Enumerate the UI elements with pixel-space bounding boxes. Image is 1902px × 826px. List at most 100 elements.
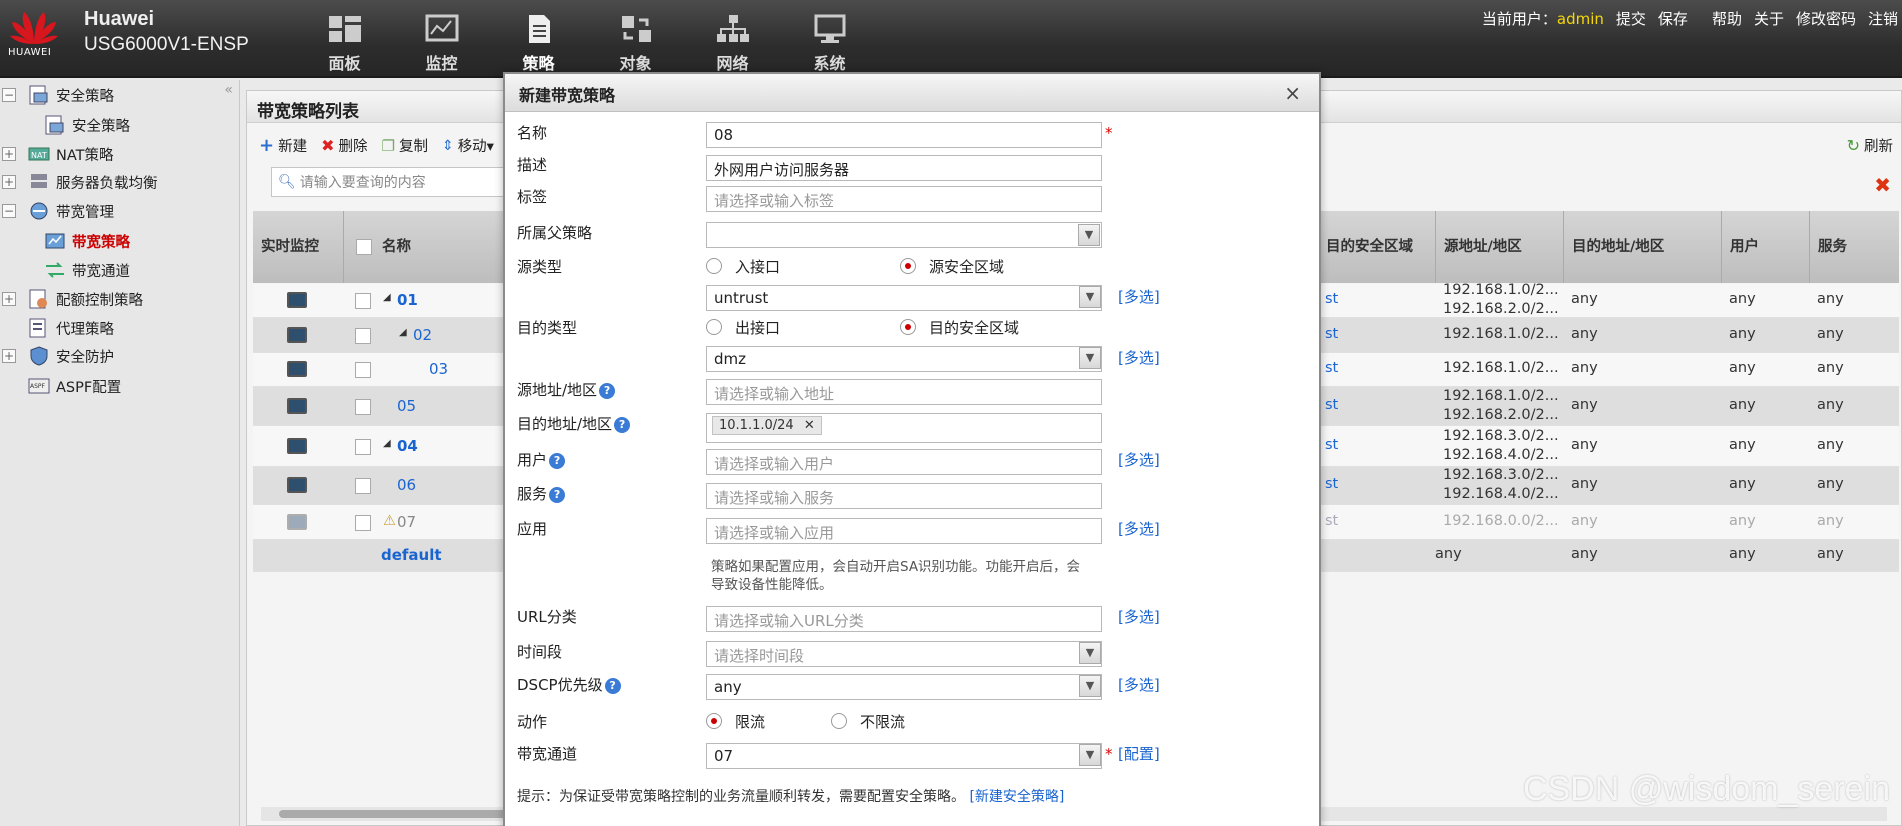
sidebar-item-security-policy-group[interactable]: − 安全策略 xyxy=(2,82,114,108)
app-input[interactable]: 请选择或输入应用 xyxy=(706,518,1102,544)
col-src-addr[interactable]: 源地址/地区 xyxy=(1435,211,1563,283)
src-addr-input[interactable]: 请选择或输入地址 xyxy=(706,379,1102,405)
src-zone-select[interactable]: untrust xyxy=(706,285,1102,311)
policy-name-link[interactable]: default xyxy=(381,546,442,564)
sidebar-item-security-policy[interactable]: 安全策略 xyxy=(44,112,130,138)
expand-icon[interactable]: + xyxy=(2,175,16,189)
dst-zone-link[interactable]: st xyxy=(1325,437,1338,453)
collapse-icon[interactable]: − xyxy=(2,204,16,218)
row-checkbox[interactable] xyxy=(355,327,371,344)
sidebar-item-aspf[interactable]: ASPF ASPF配置 xyxy=(28,373,121,399)
monitor-icon[interactable] xyxy=(287,292,307,308)
help-icon[interactable]: ? xyxy=(599,382,616,399)
col-user[interactable]: 用户 xyxy=(1721,211,1809,283)
dst-zone-link[interactable]: st xyxy=(1325,397,1338,413)
sidebar-item-bandwidth-mgmt[interactable]: − 带宽管理 xyxy=(2,198,114,224)
row-checkbox[interactable] xyxy=(355,514,371,531)
policy-name-link[interactable]: 02 xyxy=(413,326,432,344)
col-service[interactable]: 服务 xyxy=(1809,211,1899,283)
expand-icon[interactable]: + xyxy=(2,349,16,363)
policy-name-link[interactable]: 03 xyxy=(429,360,448,378)
help-link[interactable]: 帮助 xyxy=(1712,8,1742,29)
dst-zone-link[interactable]: st xyxy=(1325,326,1338,342)
monitor-icon[interactable] xyxy=(287,513,307,530)
help-icon[interactable]: ? xyxy=(614,416,631,433)
dscp-multi-select[interactable]: [多选] xyxy=(1118,674,1160,695)
monitor-icon[interactable] xyxy=(287,437,307,454)
copy-button[interactable]: ❐ 复制 xyxy=(382,135,428,156)
row-checkbox[interactable] xyxy=(355,293,371,309)
monitor-icon[interactable] xyxy=(287,477,307,493)
clear-search-icon[interactable]: ✖ xyxy=(1874,173,1891,197)
dst-zone-select[interactable]: dmz xyxy=(706,346,1102,372)
delete-button[interactable]: ✖ 删除 xyxy=(321,135,367,156)
dst-zone-link[interactable]: st xyxy=(1325,291,1338,307)
action-limit-radio[interactable] xyxy=(706,713,722,729)
src-type-interface-radio[interactable] xyxy=(706,258,722,274)
parent-policy-select[interactable]: ▼ xyxy=(706,222,1102,248)
channel-select[interactable]: 07 xyxy=(706,743,1102,769)
nav-object[interactable]: 对象 xyxy=(587,10,684,73)
row-checkbox[interactable] xyxy=(355,478,371,494)
expand-tree-icon[interactable]: ◢ xyxy=(399,327,407,338)
save-link[interactable]: 保存 xyxy=(1658,8,1688,29)
policy-name-link[interactable]: 01 xyxy=(397,291,418,309)
row-checkbox[interactable] xyxy=(355,438,371,455)
nav-system[interactable]: 系统 xyxy=(781,10,878,73)
dropdown-arrow-icon[interactable]: ▼ xyxy=(1079,347,1101,369)
close-icon[interactable]: × xyxy=(1284,81,1301,105)
monitor-icon[interactable] xyxy=(287,397,307,414)
nav-policy[interactable]: 策略 xyxy=(490,10,587,73)
src-zone-multi-select[interactable]: [多选] xyxy=(1118,286,1160,307)
policy-name-link[interactable]: 04 xyxy=(397,437,418,455)
row-checkbox[interactable] xyxy=(355,362,371,378)
col-dst-addr[interactable]: 目的地址/地区 xyxy=(1563,211,1721,283)
new-security-policy-link[interactable]: [新建安全策略] xyxy=(969,789,1064,805)
dst-type-zone-radio[interactable] xyxy=(900,319,916,335)
sidebar-item-server-lb[interactable]: + 服务器负载均衡 xyxy=(2,169,158,195)
expand-tree-icon[interactable]: ◢ xyxy=(383,438,391,449)
dst-type-interface-radio[interactable] xyxy=(706,319,722,335)
help-icon[interactable]: ? xyxy=(549,486,566,503)
about-link[interactable]: 关于 xyxy=(1754,8,1784,29)
col-monitor[interactable]: 实时监控 xyxy=(253,211,343,283)
col-dst-zone[interactable]: 目的安全区域 xyxy=(1317,211,1435,283)
user-multi-select[interactable]: [多选] xyxy=(1118,449,1160,470)
dropdown-arrow-icon[interactable]: ▼ xyxy=(1079,675,1101,697)
expand-icon[interactable]: + xyxy=(2,147,16,161)
app-multi-select[interactable]: [多选] xyxy=(1118,518,1160,539)
nav-dashboard[interactable]: 面板 xyxy=(296,10,393,73)
sidebar-item-security-protection[interactable]: + 安全防护 xyxy=(2,343,114,369)
sidebar-item-proxy-policy[interactable]: 代理策略 xyxy=(28,315,114,341)
expand-icon[interactable]: + xyxy=(2,292,16,306)
remove-tag-icon[interactable]: ✕ xyxy=(804,418,815,433)
dst-zone-multi-select[interactable]: [多选] xyxy=(1118,347,1160,368)
dst-zone-link[interactable]: st xyxy=(1325,476,1338,492)
service-input[interactable]: 请选择或输入服务 xyxy=(706,483,1102,509)
sidebar-item-nat-policy[interactable]: + NAT NAT策略 xyxy=(2,141,114,167)
url-input[interactable]: 请选择或输入URL分类 xyxy=(706,606,1102,632)
channel-config-link[interactable]: [配置] xyxy=(1118,743,1160,764)
monitor-icon[interactable] xyxy=(287,361,307,377)
nav-network[interactable]: 网络 xyxy=(684,10,781,73)
dropdown-arrow-icon[interactable]: ▼ xyxy=(1079,642,1101,664)
src-type-zone-radio[interactable] xyxy=(900,258,916,274)
policy-name-link[interactable]: 07 xyxy=(397,513,416,531)
tag-input[interactable]: 请选择或输入标签 xyxy=(706,186,1102,212)
collapse-icon[interactable]: − xyxy=(2,88,16,102)
col-name[interactable]: 名称 xyxy=(343,211,473,283)
sidebar-item-bandwidth-channel[interactable]: 带宽通道 xyxy=(44,257,130,283)
change-password-link[interactable]: 修改密码 xyxy=(1796,8,1856,29)
dropdown-arrow-icon[interactable]: ▼ xyxy=(1079,744,1101,766)
dropdown-arrow-icon[interactable]: ▼ xyxy=(1079,286,1101,308)
row-checkbox[interactable] xyxy=(355,398,371,415)
policy-name-link[interactable]: 05 xyxy=(397,397,416,415)
commit-link[interactable]: 提交 xyxy=(1616,8,1646,29)
user-input[interactable]: 请选择或输入用户 xyxy=(706,449,1102,475)
collapse-sidebar-icon[interactable]: « xyxy=(224,82,233,98)
sidebar-item-quota-policy[interactable]: + 配额控制策略 xyxy=(2,286,143,312)
url-multi-select[interactable]: [多选] xyxy=(1118,606,1160,627)
logout-link[interactable]: 注销 xyxy=(1868,8,1898,29)
name-input[interactable]: 08 xyxy=(706,122,1102,148)
select-all-checkbox[interactable] xyxy=(356,239,372,255)
